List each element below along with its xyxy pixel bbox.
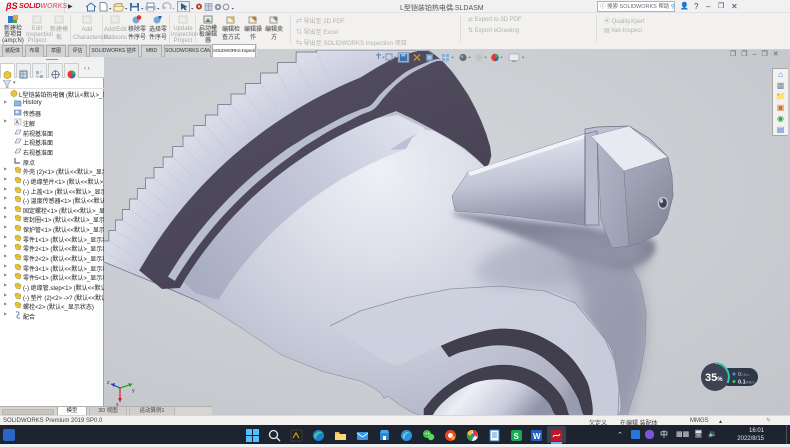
svg-text:S: S xyxy=(514,432,520,441)
svg-text:z: z xyxy=(107,380,110,386)
svg-text:W: W xyxy=(533,432,541,441)
svg-text:y: y xyxy=(132,388,135,394)
